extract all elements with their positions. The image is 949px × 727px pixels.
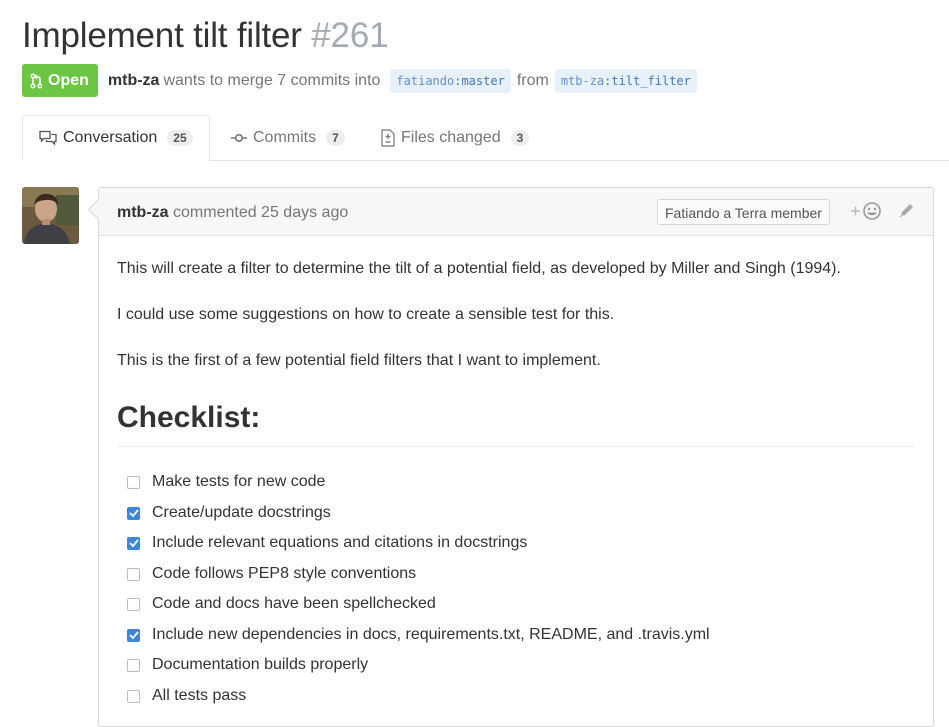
comment-discussion-icon <box>39 130 57 146</box>
state-label: Open <box>48 71 89 89</box>
from-text: from <box>516 71 549 89</box>
checklist-heading: Checklist: <box>117 401 261 434</box>
pr-title-text: Implement tilt filter <box>22 16 302 55</box>
tab-files-changed-label: Files changed <box>401 129 501 146</box>
comment-paragraph: This is the first of a few potential fie… <box>117 352 601 369</box>
comment-box: mtb-za commented 25 days ago Fatiando a … <box>98 187 934 727</box>
tab-conversation[interactable]: Conversation 25 <box>22 115 210 161</box>
task-checkbox[interactable] <box>127 536 140 550</box>
tab-conversation-label: Conversation <box>63 129 158 146</box>
tab-commits[interactable]: Commits 7 <box>231 115 345 161</box>
git-commit-icon <box>231 134 247 143</box>
role-badge: Fatiando a Terra member <box>657 199 830 225</box>
task-item: Code and docs have been spellchecked <box>127 592 436 616</box>
head-branch-user: mtb-za <box>560 73 605 88</box>
add-reaction-icon[interactable] <box>851 201 883 221</box>
task-checkbox[interactable] <box>127 689 140 703</box>
task-checkbox[interactable] <box>127 658 140 672</box>
checkmark-icon <box>128 631 139 639</box>
tab-commits-count: 7 <box>326 130 345 146</box>
task-checkbox[interactable] <box>127 475 140 489</box>
tab-files-changed-count: 3 <box>510 130 530 146</box>
task-item: Include new dependencies in docs, requir… <box>127 623 710 647</box>
base-branch[interactable]: fatiando: master <box>390 68 511 93</box>
tab-files-changed[interactable]: Files changed 3 <box>381 115 530 161</box>
task-label: Include relevant equations and citations… <box>152 534 528 551</box>
pr-author-link[interactable]: mtb-za <box>108 72 160 90</box>
comment-paragraph: I could use some suggestions on how to c… <box>117 306 615 323</box>
comment-author-link[interactable]: mtb-za <box>117 204 169 221</box>
task-checkbox[interactable] <box>127 597 140 611</box>
task-label: Create/update docstrings <box>152 504 331 521</box>
task-label: Make tests for new code <box>152 473 326 490</box>
task-label: All tests pass <box>152 687 247 704</box>
head-branch-ref: tilt_filter <box>611 73 691 88</box>
checkmark-icon <box>128 539 139 547</box>
task-item: All tests pass <box>127 684 246 708</box>
task-item: Include relevant equations and citations… <box>127 531 527 555</box>
checkmark-icon <box>128 509 139 517</box>
task-label: Include new dependencies in docs, requir… <box>152 626 710 643</box>
diff-icon <box>381 129 395 147</box>
pr-meta: Open mtb-za wants to merge 7 commits int… <box>22 64 703 97</box>
git-pull-request-icon <box>30 72 42 89</box>
comment-byline: mtb-za commented 25 days ago <box>117 188 348 238</box>
task-label: Code follows PEP8 style conventions <box>152 565 417 582</box>
task-label: Code and docs have been spellchecked <box>152 595 436 612</box>
comment-timestamp[interactable]: commented 25 days ago <box>173 204 348 221</box>
comment-header: mtb-za commented 25 days ago Fatiando a … <box>99 188 933 236</box>
task-checkbox[interactable] <box>127 567 140 581</box>
state-badge: Open <box>22 64 98 97</box>
task-checkbox[interactable] <box>127 628 140 642</box>
task-item: Create/update docstrings <box>127 501 331 525</box>
heading-divider <box>117 446 915 447</box>
pencil-icon[interactable] <box>898 201 916 219</box>
pr-tabs: Conversation 25 Commits 7 Files changed … <box>22 115 949 161</box>
task-item: Make tests for new code <box>127 470 325 494</box>
task-checkbox[interactable] <box>127 506 140 520</box>
task-item: Documentation builds properly <box>127 653 368 677</box>
merge-text: wants to merge 7 commits into <box>163 71 381 89</box>
base-branch-ref: master <box>461 73 505 88</box>
pr-title: Implement tilt filter #261 <box>22 12 389 60</box>
base-branch-user: fatiando <box>396 73 455 88</box>
avatar[interactable] <box>22 187 79 244</box>
head-branch[interactable]: mtb-za: tilt_filter <box>554 68 697 93</box>
tab-conversation-count: 25 <box>167 130 193 146</box>
task-label: Documentation builds properly <box>152 656 369 673</box>
task-item: Code follows PEP8 style conventions <box>127 562 416 586</box>
pr-number: #261 <box>311 16 389 55</box>
tab-commits-label: Commits <box>253 129 317 146</box>
comment-paragraph: This will create a filter to determine t… <box>117 260 841 277</box>
